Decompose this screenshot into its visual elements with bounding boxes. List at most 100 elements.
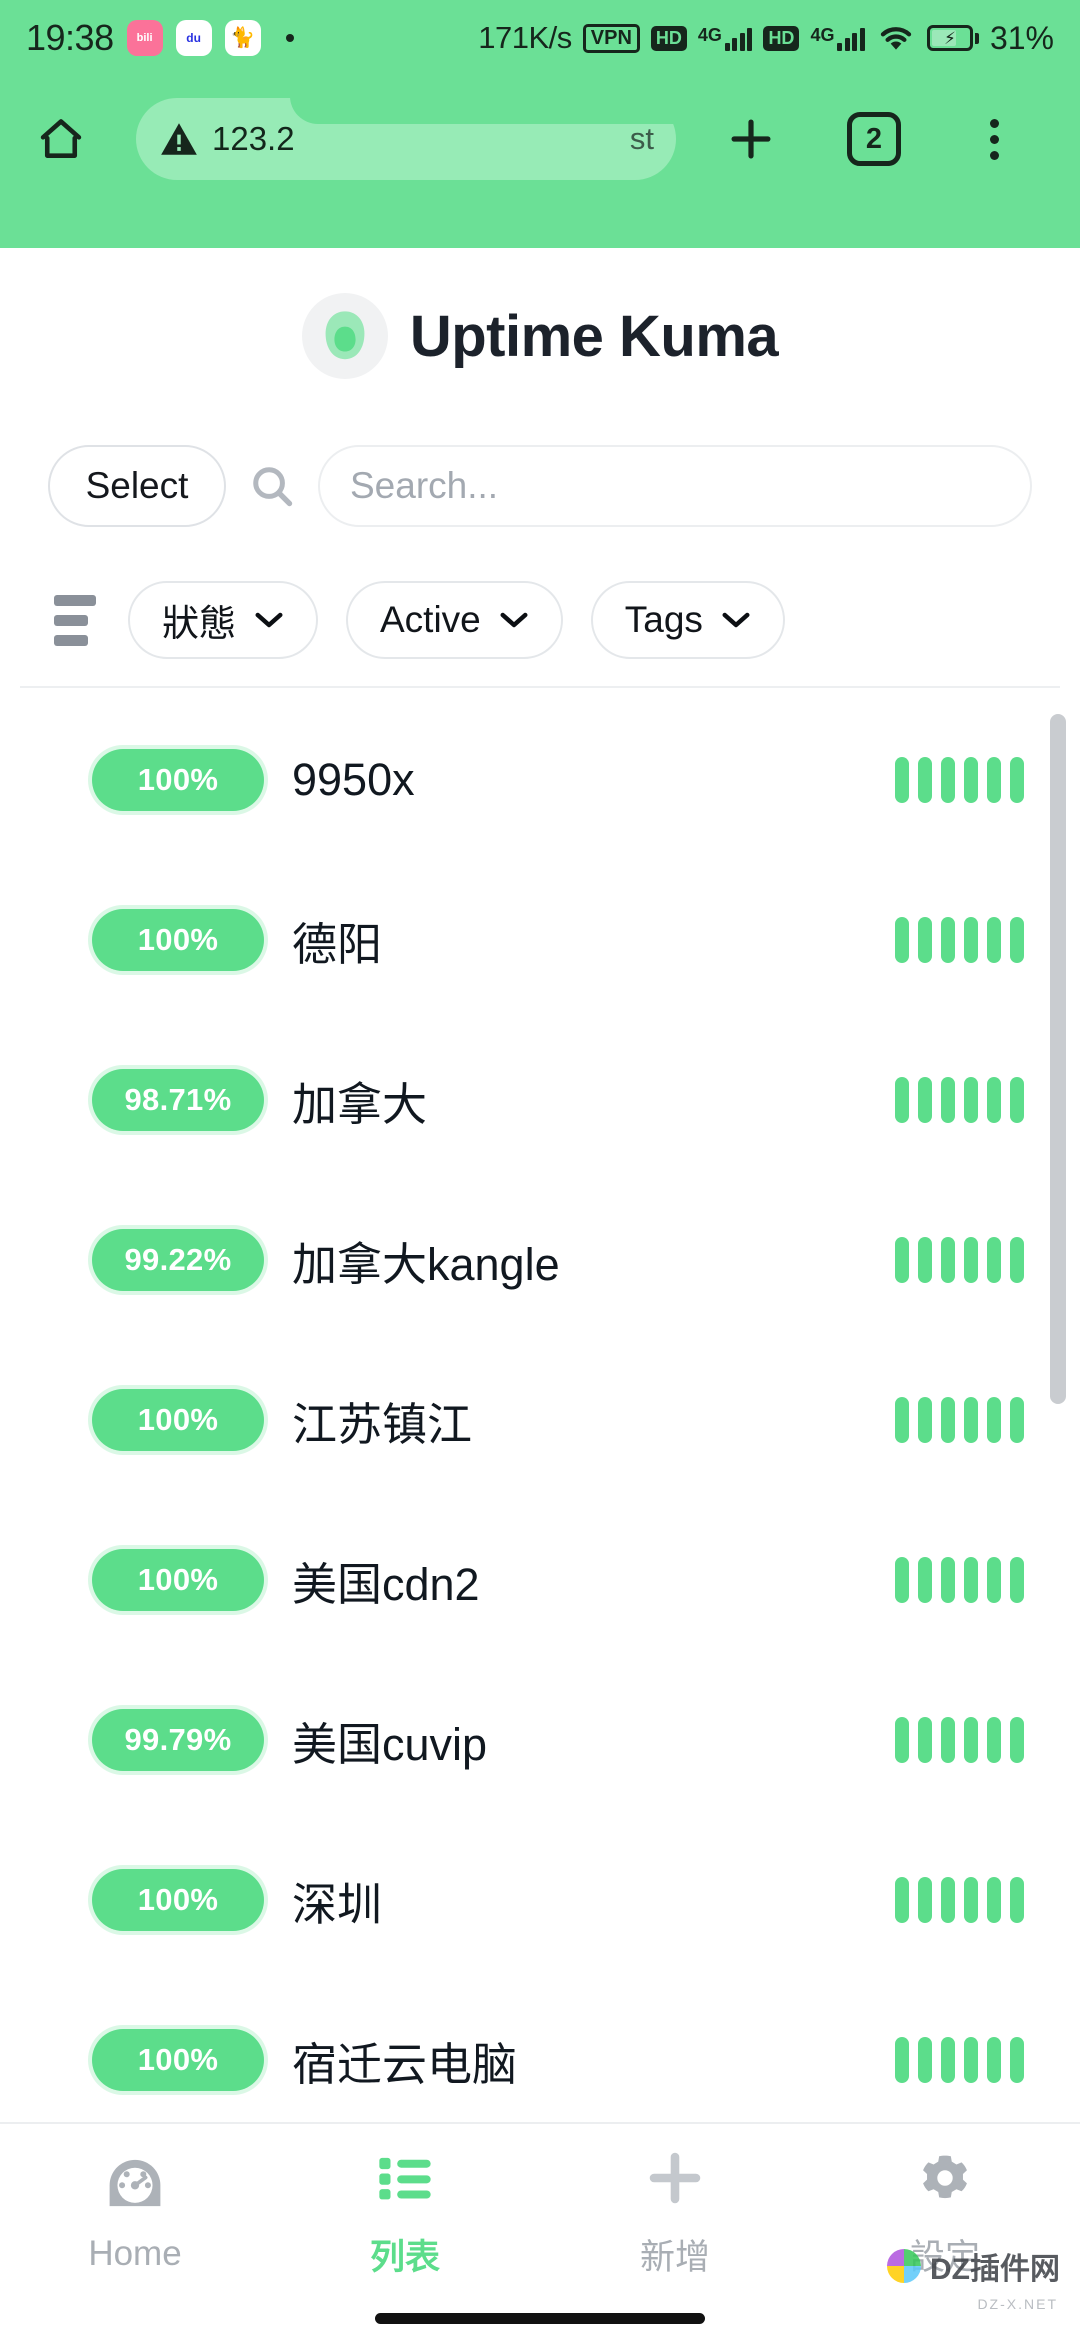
uptime-badge: 100% <box>92 2029 264 2091</box>
heartbeat-tick <box>964 2037 978 2083</box>
search-box[interactable] <box>318 445 1032 527</box>
baidu-icon: du <box>175 20 212 56</box>
heartbeat-bar[interactable] <box>895 1717 1024 1763</box>
watermark-sub: DZ-X.NET <box>977 2296 1058 2312</box>
home-button[interactable] <box>20 98 102 180</box>
monitor-list-inner: 100% 9950x 100% 德阳 98.71% 加拿大 99.22% 加拿大kangle 1… <box>0 688 1080 2120</box>
monitor-list[interactable]: 100% 9950x 100% 德阳 98.71% 加拿大 99.22% 加拿大kangle 1… <box>0 688 1080 2120</box>
browser-menu-button[interactable] <box>953 98 1035 180</box>
monitor-name: 德阳 <box>292 918 383 970</box>
monitor-row[interactable]: 100% 美国cdn2 <box>0 1500 1080 1660</box>
status-bar-right: 171K/s VPN HD 4G HD 4G ⚡ 31% <box>478 20 1054 57</box>
network-gen-label-2: 4G <box>810 25 835 45</box>
kebab-menu-icon <box>989 118 999 160</box>
plus-icon <box>644 2147 706 2209</box>
plus-icon <box>731 119 771 159</box>
heartbeat-tick <box>1010 2037 1024 2083</box>
uptime-badge: 99.22% <box>92 1229 264 1291</box>
search-icon <box>226 461 318 511</box>
heartbeat-bar[interactable] <box>895 1557 1024 1603</box>
heartbeat-tick <box>1010 1877 1024 1923</box>
search-input[interactable] <box>350 465 1000 507</box>
scrollbar-thumb[interactable] <box>1050 714 1066 1404</box>
heartbeat-tick <box>987 1557 1001 1603</box>
monitor-name: 美国cdn2 <box>292 1558 480 1610</box>
monitor-row[interactable]: 100% 江苏镇江 <box>0 1340 1080 1500</box>
heartbeat-tick <box>895 1717 909 1763</box>
signal-bars-1 <box>724 25 753 51</box>
monitor-row[interactable]: 99.22% 加拿大kangle <box>0 1180 1080 1340</box>
nav-item-list[interactable]: 列表 <box>270 2124 540 2340</box>
uptime-badge: 99.79% <box>92 1709 264 1771</box>
monitor-row[interactable]: 99.79% 美国cuvip <box>0 1660 1080 1820</box>
select-button[interactable]: Select <box>48 445 226 527</box>
heartbeat-bar[interactable] <box>895 917 1024 963</box>
hd-icon-1: HD <box>650 25 687 51</box>
heartbeat-tick <box>895 757 909 803</box>
heartbeat-bar[interactable] <box>895 1077 1024 1123</box>
heartbeat-tick <box>987 1877 1001 1923</box>
monitor-row[interactable]: 100% 德阳 <box>0 860 1080 1020</box>
heartbeat-bar[interactable] <box>895 1877 1024 1923</box>
dashboard-icon <box>105 2152 165 2214</box>
filter-pill-active[interactable]: Active <box>346 581 563 659</box>
heartbeat-tick <box>964 1717 978 1763</box>
warning-triangle-icon <box>158 118 200 160</box>
more-notifications-dot <box>285 34 294 42</box>
tab-count-badge: 2 <box>847 112 901 166</box>
tab-switcher-button[interactable]: 2 <box>833 98 915 180</box>
heartbeat-tick <box>895 1237 909 1283</box>
heartbeat-tick <box>941 2037 955 2083</box>
heartbeat-tick <box>941 1237 955 1283</box>
uptime-badge: 100% <box>92 1389 264 1451</box>
nav-label-list: 列表 <box>369 2237 440 2277</box>
heartbeat-tick <box>895 2037 909 2083</box>
heartbeat-tick <box>895 1877 909 1923</box>
uptime-kuma-logo <box>301 293 388 379</box>
heartbeat-tick <box>964 1077 978 1123</box>
status-bar-left: 19:38 bili du 🐈 <box>26 17 294 59</box>
heartbeat-tick <box>1010 1397 1024 1443</box>
monitor-row[interactable]: 100% 深圳 <box>0 1820 1080 1980</box>
monitor-name: 9950x <box>292 754 415 805</box>
heartbeat-bar[interactable] <box>895 1397 1024 1443</box>
heartbeat-tick <box>964 1397 978 1443</box>
heartbeat-tick <box>941 917 955 963</box>
address-bar-suffix: st <box>629 121 654 156</box>
nav-item-add[interactable]: 新增 <box>540 2124 810 2340</box>
heartbeat-tick <box>987 757 1001 803</box>
wifi-icon <box>876 21 916 56</box>
heartbeat-tick <box>918 1557 932 1603</box>
watermark-text: DZ插件网 <box>930 2253 1060 2286</box>
chevron-down-icon <box>499 607 529 633</box>
heartbeat-bar[interactable] <box>895 757 1024 803</box>
heartbeat-tick <box>895 917 909 963</box>
filter-pill-tags[interactable]: Tags <box>590 581 785 659</box>
heartbeat-tick <box>1010 1717 1024 1763</box>
monitor-row[interactable]: 100% 宿迁云电脑 <box>0 1980 1080 2120</box>
browser-toolbar: 123.2 st 2 <box>0 76 1080 196</box>
network-gen-label-1: 4G <box>697 25 722 45</box>
monitor-name: 深圳 <box>292 1878 383 1930</box>
vpn-icon: VPN <box>582 23 640 53</box>
filter-pill-tags-label: Tags <box>624 599 703 640</box>
list-view-toggle-icon[interactable] <box>48 594 100 646</box>
filter-pill-status[interactable]: 狀態 <box>128 581 318 659</box>
list-icon <box>376 2147 434 2209</box>
heartbeat-tick <box>964 1557 978 1603</box>
nav-item-home[interactable]: Home <box>0 2124 270 2340</box>
heartbeat-tick <box>895 1077 909 1123</box>
heartbeat-bar[interactable] <box>895 1237 1024 1283</box>
heartbeat-tick <box>918 2037 932 2083</box>
heartbeat-tick <box>918 1877 932 1923</box>
heartbeat-tick <box>987 1237 1001 1283</box>
monitor-row[interactable]: 98.71% 加拿大 <box>0 1020 1080 1180</box>
hd-icon-2: HD <box>763 25 800 51</box>
gear-icon <box>916 2147 974 2209</box>
monitor-row[interactable]: 100% 9950x <box>0 700 1080 860</box>
new-tab-button[interactable] <box>710 98 792 180</box>
list-scrollbar[interactable] <box>1050 714 1066 1874</box>
heartbeat-tick <box>987 1717 1001 1763</box>
heartbeat-bar[interactable] <box>895 2037 1024 2083</box>
nav-label-home: Home <box>88 2234 182 2273</box>
